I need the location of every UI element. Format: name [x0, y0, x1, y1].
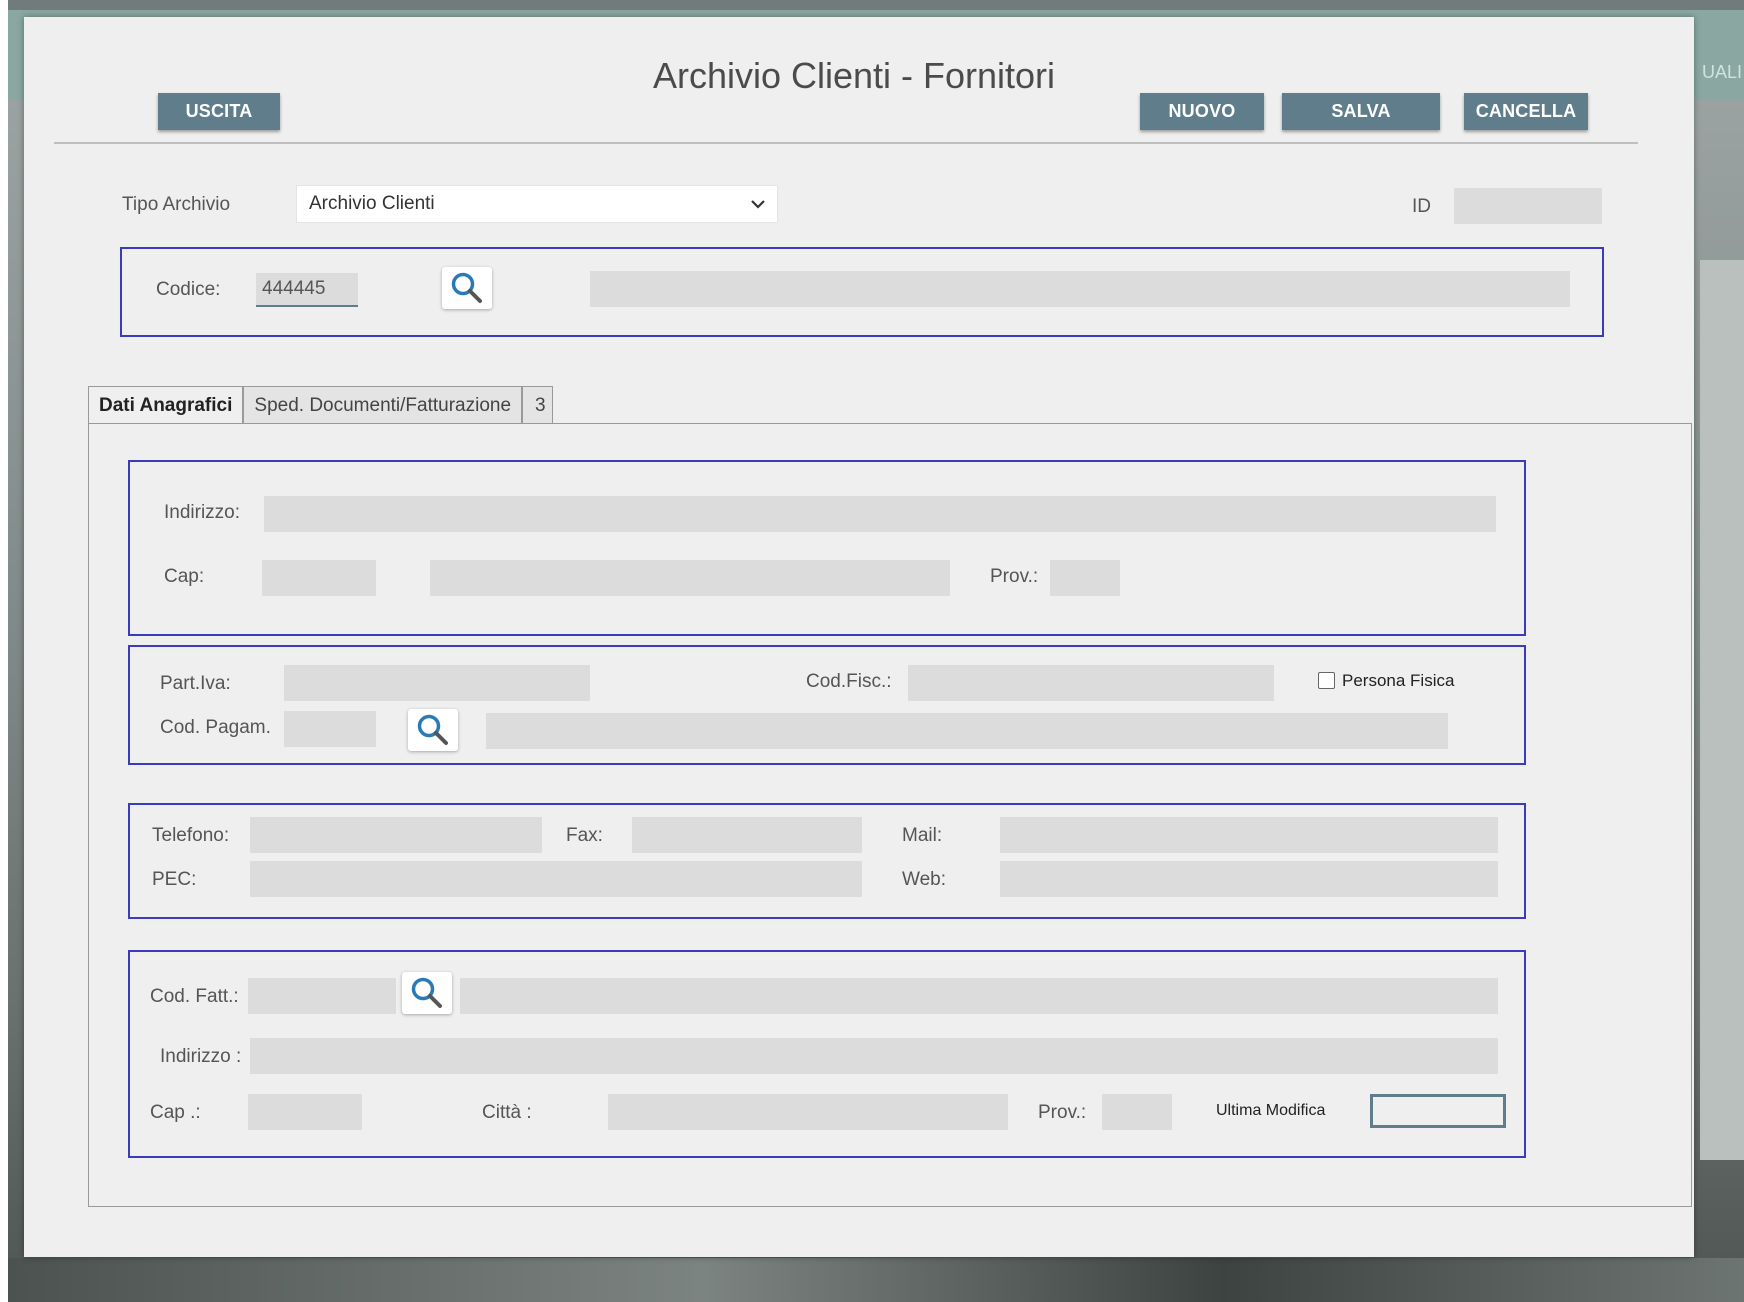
natural-person-checkbox[interactable] — [1318, 672, 1335, 689]
archive-type-label: Tipo Archivio — [122, 194, 231, 215]
archive-dialog: Archivio Clienti - Fornitori USCITA NUOV… — [24, 17, 1694, 1257]
id-field[interactable] — [1454, 188, 1602, 224]
tab-3[interactable]: 3 — [522, 386, 553, 423]
id-label: ID — [1412, 196, 1431, 217]
payment-code-field[interactable] — [284, 711, 376, 747]
last-modified-field[interactable] — [1370, 1094, 1506, 1128]
code-description-field[interactable] — [590, 271, 1570, 307]
billing-city-field[interactable] — [608, 1094, 1008, 1130]
code-search-button[interactable] — [442, 267, 492, 309]
last-modified-label: Ultima Modifica — [1216, 1102, 1326, 1119]
pec-label: PEC: — [152, 869, 197, 890]
billing-code-field[interactable] — [248, 978, 396, 1014]
billing-search-button[interactable] — [402, 972, 452, 1014]
billing-description-field[interactable] — [460, 978, 1498, 1014]
payment-search-button[interactable] — [408, 709, 458, 751]
archive-type-select[interactable]: Archivio Clienti — [296, 185, 778, 223]
exit-button[interactable]: USCITA — [158, 93, 280, 130]
billing-address-field[interactable] — [250, 1038, 1498, 1074]
code-input[interactable]: 444445 — [256, 273, 358, 307]
cap-field[interactable] — [262, 560, 376, 596]
fiscal-group: Part.Iva: Cod.Fisc.: Persona Fisica Cod.… — [128, 645, 1526, 765]
billing-group: Cod. Fatt.: Indirizzo : Cap .: Città : P… — [128, 950, 1526, 1158]
tab-bar: Dati Anagrafici Sped. Documenti/Fatturaz… — [88, 386, 553, 423]
tab-dati-anagrafici[interactable]: Dati Anagrafici — [88, 386, 244, 423]
background-corner-text: UALI — [1701, 62, 1742, 82]
new-button[interactable]: NUOVO — [1140, 93, 1264, 130]
mail-label: Mail: — [902, 825, 943, 846]
vat-field[interactable] — [284, 665, 590, 701]
pec-field[interactable] — [250, 861, 862, 897]
dialog-title: Archivio Clienti - Fornitori — [652, 55, 1056, 96]
tax-code-label: Cod.Fisc.: — [806, 671, 892, 692]
address-group: Indirizzo: Cap: Prov.: — [128, 460, 1526, 636]
address-label: Indirizzo: — [164, 502, 241, 523]
archive-type-value: Archivio Clienti — [309, 193, 435, 214]
code-label: Codice: — [156, 279, 221, 300]
vat-label: Part.Iva: — [160, 673, 231, 694]
phone-label: Telefono: — [152, 825, 230, 846]
code-group: Codice: 444445 — [120, 247, 1604, 337]
search-icon — [417, 714, 448, 745]
fax-label: Fax: — [566, 825, 603, 846]
header-divider — [54, 142, 1638, 144]
save-button[interactable]: SALVA — [1282, 93, 1440, 130]
chevron-down-icon — [751, 200, 765, 209]
tab-sped-documenti[interactable]: Sped. Documenti/Fatturazione — [243, 386, 523, 423]
contacts-group: Telefono: Fax: Mail: PEC: Web: — [128, 803, 1526, 919]
delete-button[interactable]: CANCELLA — [1464, 93, 1588, 130]
search-icon — [411, 977, 442, 1008]
address-field[interactable] — [264, 496, 1496, 532]
billing-code-label: Cod. Fatt.: — [150, 986, 239, 1007]
payment-description-field[interactable] — [486, 713, 1448, 749]
fax-field[interactable] — [632, 817, 862, 853]
billing-cap-field[interactable] — [248, 1094, 362, 1130]
phone-field[interactable] — [250, 817, 542, 853]
prov-field[interactable] — [1050, 560, 1120, 596]
web-field[interactable] — [1000, 861, 1498, 897]
web-label: Web: — [902, 869, 947, 890]
background-edge — [0, 0, 8, 1302]
prov-label: Prov.: — [990, 566, 1039, 587]
cap-label: Cap: — [164, 566, 205, 587]
background-floor — [8, 1258, 1744, 1302]
city-field[interactable] — [430, 560, 950, 596]
payment-label: Cod. Pagam. — [160, 717, 271, 738]
tax-code-field[interactable] — [908, 665, 1274, 701]
billing-prov-label: Prov.: — [1038, 1102, 1087, 1123]
billing-address-label: Indirizzo : — [160, 1046, 242, 1067]
search-icon — [451, 272, 482, 303]
billing-prov-field[interactable] — [1102, 1094, 1172, 1130]
billing-city-label: Città : — [482, 1102, 532, 1123]
background-panel — [1700, 260, 1744, 1160]
natural-person-label: Persona Fisica — [1342, 671, 1455, 690]
mail-field[interactable] — [1000, 817, 1498, 853]
billing-cap-label: Cap .: — [150, 1102, 201, 1123]
